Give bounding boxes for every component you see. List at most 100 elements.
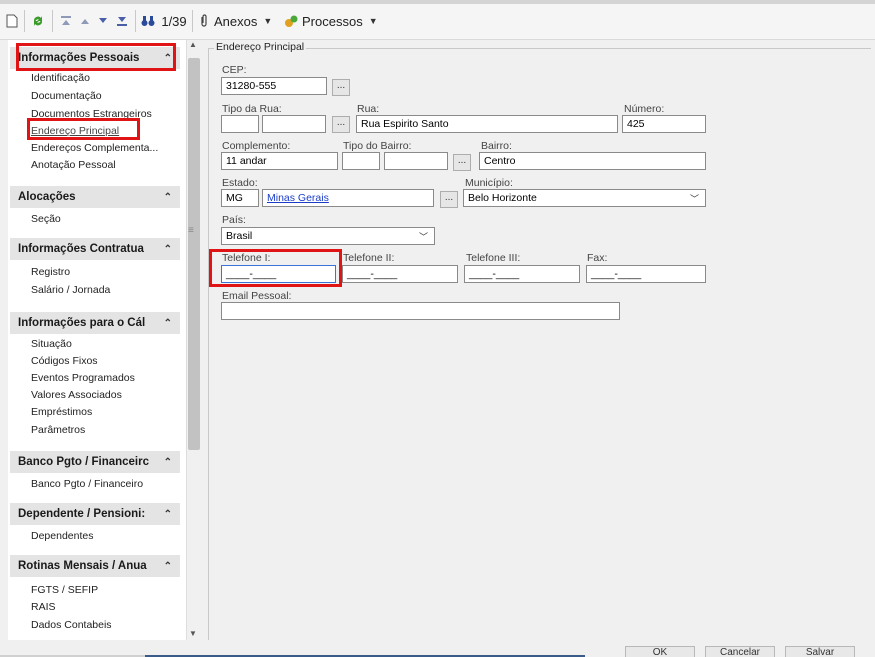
toolbar: 1/39 Anexos ▼ Processos ▼ [0,0,875,40]
tipo-bairro-code-field[interactable] [342,152,380,170]
section-dependente-pensionista[interactable]: Dependente / Pensioni: ⌃ [10,503,180,525]
sidebar-item-documentacao[interactable]: Documentação [31,90,102,102]
new-document-icon[interactable] [4,12,20,30]
chevron-down-icon: ﹀ [689,194,699,204]
ok-button[interactable]: OK [625,646,695,657]
collapse-icon[interactable]: ⌃ [164,318,172,329]
sidebar-item-rais[interactable]: RAIS [31,601,56,613]
rua-label: Rua: [357,103,380,115]
sidebar-item-enderecos-complementares[interactable]: Endereços Complementa... [31,142,158,154]
section-informacoes-contratuais[interactable]: Informações Contratua ⌃ [10,238,180,260]
sidebar-item-parametros[interactable]: Parâmetros [31,424,85,436]
fax-field[interactable]: ____-____ [586,265,706,283]
section-rotinas-mensais[interactable]: Rotinas Mensais / Anua ⌃ [10,555,180,577]
previous-record-icon[interactable] [78,12,92,30]
last-record-icon[interactable] [114,12,130,30]
numero-label: Número: [624,103,665,115]
sidebar-item-valores-associados[interactable]: Valores Associados [31,389,122,401]
collapse-icon[interactable]: ⌃ [164,244,172,255]
save-button[interactable]: Salvar [785,646,855,657]
splitter-grip-icon[interactable]: ≡ [188,225,194,236]
section-banco-pgto[interactable]: Banco Pgto / Financeirc ⌃ [10,451,180,473]
bottom-bar: OK Cancelar Salvar [0,640,875,657]
telefone3-field[interactable]: ____-____ [464,265,580,283]
municipio-select[interactable]: Belo Horizonte ﹀ [463,189,706,207]
pais-select[interactable]: Brasil ﹀ [221,227,435,245]
section-title: Rotinas Mensais / Anua [18,560,147,572]
chevron-down-icon: ﹀ [418,232,428,242]
section-informacoes-calculo[interactable]: Informações para o Cál ⌃ [10,312,180,334]
tipo-rua-code-field[interactable] [221,115,259,133]
anexos-label: Anexos [214,13,258,29]
record-counter: 1/39 [161,13,187,29]
scroll-down-icon[interactable]: ▼ [189,629,197,638]
complemento-field[interactable]: 11 andar [221,152,338,170]
processos-menu-button[interactable]: Processos ▼ [284,12,384,30]
scroll-thumb[interactable] [188,58,200,450]
refresh-icon[interactable] [29,12,47,30]
sidebar-item-identificacao[interactable]: Identificação [31,72,90,84]
bairro-label: Bairro: [481,140,512,152]
cancel-button[interactable]: Cancelar [705,646,775,657]
tipo-bairro-desc-field[interactable] [384,152,448,170]
cep-label: CEP: [222,64,247,76]
sidebar-item-dependentes[interactable]: Dependentes [31,530,93,542]
tipo-bairro-label: Tipo do Bairro: [343,140,412,152]
email-field[interactable] [221,302,620,320]
paperclip-icon [201,14,207,27]
highlight-box-endereco [27,118,140,140]
sidebar-item-registro[interactable]: Registro [31,266,70,278]
processos-label: Processos [302,13,363,29]
bairro-field[interactable]: Centro [479,152,706,170]
sidebar-item-eventos-programados[interactable]: Eventos Programados [31,372,135,384]
binoculars-icon[interactable] [140,12,156,30]
sidebar-item-fgts-sefip[interactable]: FGTS / SEFIP [31,584,98,596]
sidebar-item-anotacao-pessoal[interactable]: Anotação Pessoal [31,159,116,171]
processes-icon [285,15,298,27]
sidebar-item-salario-jornada[interactable]: Salário / Jornada [31,284,110,296]
cep-field[interactable]: 31280-555 [221,77,327,95]
sidebar-item-codigos-fixos[interactable]: Códigos Fixos [31,355,98,367]
email-label: Email Pessoal: [222,290,292,302]
sidebar-item-banco-pgto[interactable]: Banco Pgto / Financeiro [31,478,143,490]
sidebar-item-emprestimos[interactable]: Empréstimos [31,406,92,418]
cep-lookup-button[interactable]: ... [332,79,350,96]
chevron-down-icon: ▼ [263,16,273,26]
section-title: Informações para o Cál [18,317,146,329]
section-title: Alocações [18,191,76,203]
tipo-rua-desc-field[interactable] [262,115,326,133]
sidebar-item-situacao[interactable]: Situação [31,338,72,350]
tipo-bairro-lookup-button[interactable]: ... [453,154,471,171]
tipo-rua-lookup-button[interactable]: ... [332,116,350,133]
collapse-icon[interactable]: ⌃ [164,561,172,572]
estado-lookup-button[interactable]: ... [440,191,458,208]
estado-sigla-field[interactable]: MG [221,189,259,207]
collapse-icon[interactable]: ⌃ [164,192,172,203]
section-title: Informações Contratua [18,243,144,255]
highlight-box-section [16,43,176,71]
scroll-up-icon[interactable]: ▲ [189,40,197,49]
highlight-box-telefone [209,249,342,287]
group-title: Endereço Principal [214,41,307,53]
toolbar-separator [192,10,193,32]
pais-label: País: [222,214,246,226]
collapse-icon[interactable]: ⌃ [164,509,172,520]
pais-value: Brasil [226,230,253,242]
tipo-rua-label: Tipo da Rua: [222,103,282,115]
first-record-icon[interactable] [58,12,74,30]
estado-nome-link[interactable]: Minas Gerais [262,189,434,207]
sidebar-item-secao[interactable]: Seção [31,213,61,225]
toolbar-top-edge [0,0,875,4]
numero-field[interactable]: 425 [622,115,706,133]
collapse-icon[interactable]: ⌃ [164,457,172,468]
section-title: Dependente / Pensioni: [18,508,146,520]
section-alocacoes[interactable]: Alocações ⌃ [10,186,180,208]
sidebar-item-dados-contabeis[interactable]: Dados Contabeis [31,619,112,631]
telefone2-field[interactable]: ____-____ [342,265,458,283]
sidebar-scrollbar[interactable]: ▲ ▼ [186,40,200,640]
toolbar-separator [52,10,53,32]
anexos-menu-button[interactable]: Anexos ▼ [198,12,278,30]
next-record-icon[interactable] [96,12,110,30]
rua-field[interactable]: Rua Espirito Santo [356,115,618,133]
group-box-endereco [208,48,871,640]
